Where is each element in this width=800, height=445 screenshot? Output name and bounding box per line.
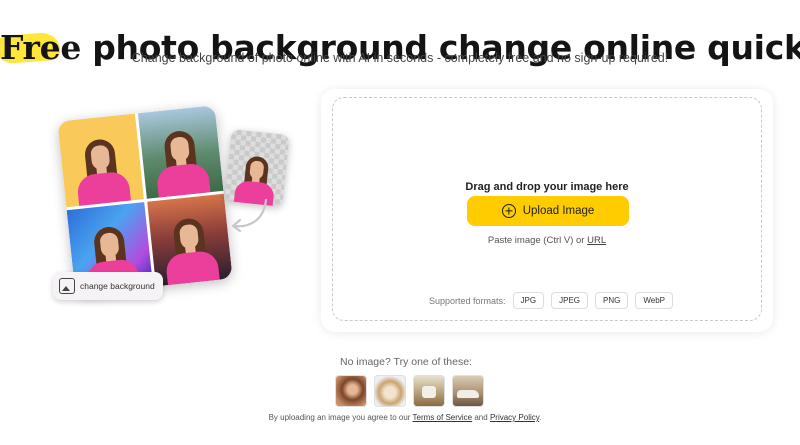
example-photo-city [146,193,233,287]
sample-images [335,375,484,407]
drop-instructions: Drag and drop your image here [465,181,629,193]
format-badge-png: PNG [595,292,629,309]
example-photo-yellow [57,113,144,207]
legal-and: and [474,413,488,422]
curved-arrow-icon [231,198,268,233]
samples-label: No image? Try one of these: [340,356,472,368]
format-badge-jpeg: JPEG [551,292,589,309]
badge-label: change background [80,281,155,291]
drop-zone[interactable]: Drag and drop your image here Upload Ima… [332,97,762,321]
example-photo-forest [137,105,224,199]
paste-hint: Paste image (Ctrl V) or URL [333,235,761,246]
url-link[interactable]: URL [587,235,606,246]
sample-image-car[interactable] [452,375,484,407]
upload-panel: Drag and drop your image here Upload Ima… [321,89,773,332]
change-background-badge: change background [53,272,163,300]
sample-image-woman[interactable] [335,375,367,407]
format-badge-jpg: JPG [512,292,545,309]
terms-of-service-link[interactable]: Terms of Service [413,413,473,422]
sample-image-dog[interactable] [374,375,406,407]
plus-circle-icon [501,204,516,218]
formats-label: Supported formats: [429,295,506,306]
example-collage [57,105,233,295]
legal-prefix: By uploading an image you agree to our [268,413,411,422]
upload-button-label: Upload Image [522,205,595,217]
paste-text: Paste image (Ctrl V) or [487,235,585,246]
sample-image-product[interactable] [413,375,445,407]
privacy-policy-link[interactable]: Privacy Policy [490,413,539,422]
legal-notice: By uploading an image you agree to our T… [0,413,800,422]
legal-suffix: . [539,413,542,422]
page-subtitle: Change background of photo online with A… [131,51,669,65]
format-badge-webp: WebP [635,292,673,309]
image-edit-icon [59,278,75,294]
upload-image-button[interactable]: Upload Image [467,196,629,226]
supported-formats: Supported formats: JPG JPEG PNG WebP [429,292,673,309]
